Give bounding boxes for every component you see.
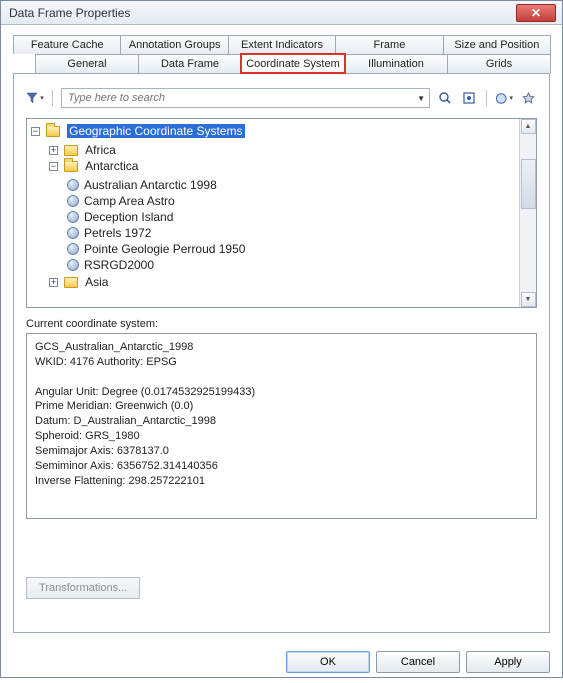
scroll-track[interactable] <box>521 134 536 292</box>
tab-size-position[interactable]: Size and Position <box>443 35 551 54</box>
tab-body: ▼ − <box>13 73 550 633</box>
filter-icon[interactable] <box>26 89 44 107</box>
tab-label: Extent Indicators <box>241 39 323 51</box>
expand-icon[interactable]: + <box>49 278 58 287</box>
coordinate-tree[interactable]: − Geographic Coordinate Systems + Africa… <box>26 118 537 308</box>
scroll-thumb[interactable] <box>521 159 536 209</box>
tree-node-africa[interactable]: + Africa <box>49 142 536 158</box>
globe-icon <box>67 179 79 191</box>
button-label: OK <box>320 656 336 668</box>
tab-general[interactable]: General <box>35 54 139 73</box>
folder-icon <box>64 145 78 156</box>
tree-label: Petrels 1972 <box>84 226 151 240</box>
globe-add-icon[interactable] <box>495 89 513 107</box>
scroll-down-icon[interactable]: ▼ <box>521 292 536 307</box>
tree-label: Geographic Coordinate Systems <box>67 124 244 138</box>
tab-label: Coordinate System <box>246 58 340 70</box>
globe-icon <box>67 211 79 223</box>
button-label: Transformations... <box>39 582 127 594</box>
tree-label: Pointe Geologie Perroud 1950 <box>84 242 245 256</box>
folder-icon <box>46 126 60 137</box>
tab-data-frame[interactable]: Data Frame <box>138 54 242 73</box>
globe-icon <box>67 259 79 271</box>
apply-button[interactable]: Apply <box>466 651 550 673</box>
tab-annotation-groups[interactable]: Annotation Groups <box>120 35 228 54</box>
collapse-icon[interactable]: − <box>49 162 58 171</box>
tab-label: Feature Cache <box>31 39 104 51</box>
tree-label: Australian Antarctic 1998 <box>84 178 217 192</box>
tree-node-crs[interactable]: Petrels 1972 <box>67 225 536 241</box>
tree-node-antarctica[interactable]: − Antarctica Australian Antarctic 1998 C… <box>49 158 536 274</box>
ok-button[interactable]: OK <box>286 651 370 673</box>
close-icon: ✕ <box>531 6 541 20</box>
tree-node-asia[interactable]: + Asia <box>49 274 536 290</box>
separator <box>486 90 487 106</box>
tree-node-root[interactable]: − Geographic Coordinate Systems + Africa… <box>31 123 536 291</box>
toolbar: ▼ <box>26 88 537 108</box>
tab-extent-indicators[interactable]: Extent Indicators <box>228 35 336 54</box>
dialog-buttons: OK Cancel Apply <box>1 643 562 683</box>
tree-node-crs[interactable]: Pointe Geologie Perroud 1950 <box>67 241 536 257</box>
tab-label: Data Frame <box>161 58 219 70</box>
tab-label: Frame <box>374 39 406 51</box>
dialog-content: Feature Cache Annotation Groups Extent I… <box>1 25 562 643</box>
scrollbar[interactable]: ▲ ▼ <box>519 119 536 307</box>
folder-icon <box>64 277 78 288</box>
tree-label: Asia <box>85 275 108 289</box>
button-label: Apply <box>494 656 522 668</box>
favorite-icon[interactable] <box>519 89 537 107</box>
tab-row-2: General Data Frame Coordinate System Ill… <box>13 54 550 73</box>
tab-frame[interactable]: Frame <box>335 35 443 54</box>
globe-icon <box>67 243 79 255</box>
tree-label: Africa <box>85 143 116 157</box>
expand-icon[interactable]: + <box>49 146 58 155</box>
tab-feature-cache[interactable]: Feature Cache <box>13 35 121 54</box>
search-input[interactable] <box>66 91 417 105</box>
tree-node-crs[interactable]: Australian Antarctic 1998 <box>67 177 536 193</box>
globe-icon <box>67 227 79 239</box>
search-icon[interactable] <box>436 89 454 107</box>
globe-icon <box>67 195 79 207</box>
folder-icon <box>64 161 78 172</box>
tree-label: Camp Area Astro <box>84 194 175 208</box>
tab-illumination[interactable]: Illumination <box>344 54 448 73</box>
tree-node-crs[interactable]: Camp Area Astro <box>67 193 536 209</box>
tree-label: Deception Island <box>84 210 173 224</box>
tree-node-crs[interactable]: RSRGD2000 <box>67 257 536 273</box>
close-button[interactable]: ✕ <box>516 4 556 22</box>
separator <box>52 90 53 106</box>
transformations-button: Transformations... <box>26 577 140 599</box>
tab-row-1: Feature Cache Annotation Groups Extent I… <box>13 35 550 54</box>
tab-label: Grids <box>486 58 512 70</box>
tree-label: Antarctica <box>85 159 138 173</box>
tab-label: Illumination <box>368 58 424 70</box>
chevron-down-icon[interactable]: ▼ <box>417 94 425 103</box>
titlebar: Data Frame Properties ✕ <box>1 1 562 25</box>
collapse-icon[interactable]: − <box>31 127 40 136</box>
tab-coordinate-system[interactable]: Coordinate System <box>241 54 345 73</box>
locate-icon[interactable] <box>460 89 478 107</box>
window-title: Data Frame Properties <box>9 6 130 20</box>
button-label: Cancel <box>401 656 435 668</box>
current-coord-details: GCS_Australian_Antarctic_1998 WKID: 4176… <box>26 333 537 519</box>
search-input-wrap[interactable]: ▼ <box>61 88 430 108</box>
tab-grids[interactable]: Grids <box>447 54 551 73</box>
tab-label: General <box>67 58 106 70</box>
tab-label: Annotation Groups <box>129 39 221 51</box>
tree-node-crs[interactable]: Deception Island <box>67 209 536 225</box>
tab-label: Size and Position <box>454 39 539 51</box>
tree-label: RSRGD2000 <box>84 258 154 272</box>
current-coord-label: Current coordinate system: <box>26 318 537 330</box>
tabs: Feature Cache Annotation Groups Extent I… <box>13 35 550 633</box>
scroll-up-icon[interactable]: ▲ <box>521 119 536 134</box>
cancel-button[interactable]: Cancel <box>376 651 460 673</box>
